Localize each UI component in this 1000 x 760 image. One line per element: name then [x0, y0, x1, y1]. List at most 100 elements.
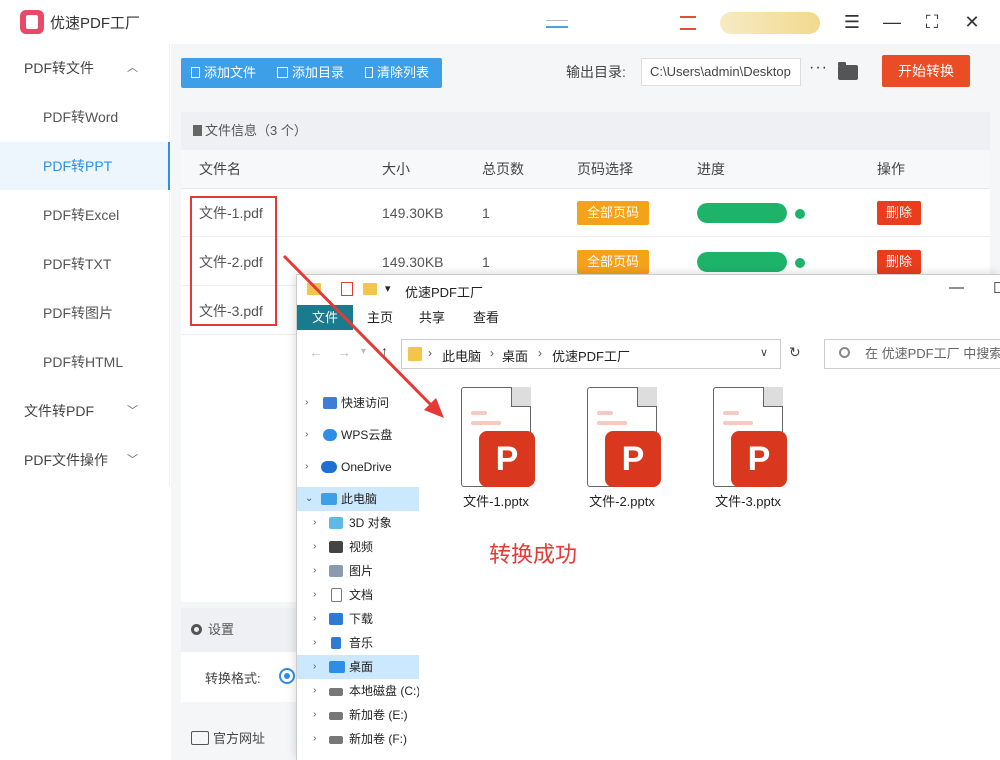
- more-options-button[interactable]: ···: [809, 59, 828, 77]
- gift-icon[interactable]: [546, 20, 568, 28]
- page-select-button[interactable]: 全部页码: [577, 250, 649, 274]
- nav-item-documents[interactable]: › 文档: [297, 583, 419, 607]
- pptx-file-item[interactable]: P 文件-3.pptx: [703, 387, 793, 509]
- file-info-header: 文件信息（3 个）: [181, 112, 990, 150]
- vip-banner[interactable]: [720, 12, 820, 34]
- add-directory-button[interactable]: 添加目录: [277, 58, 344, 88]
- search-icon: [839, 347, 850, 358]
- sidebar-item-pdf-to-word[interactable]: PDF转Word: [0, 93, 170, 141]
- delete-button[interactable]: 删除: [877, 250, 921, 274]
- recent-dropdown-icon[interactable]: ▾: [361, 346, 366, 357]
- add-file-button[interactable]: 添加文件: [191, 58, 256, 88]
- nav-item-pictures[interactable]: › 图片: [297, 559, 419, 583]
- nav-item-desktop[interactable]: › 桌面: [297, 655, 419, 679]
- column-header: 页码选择: [577, 161, 633, 177]
- page-fold: [511, 387, 531, 407]
- nav-item-music[interactable]: › 音乐: [297, 631, 419, 655]
- sidebar-item-pdf-to-html[interactable]: PDF转HTML: [0, 338, 170, 386]
- start-convert-button[interactable]: 开始转换: [882, 55, 970, 87]
- menu-icon[interactable]: ☰: [840, 10, 864, 34]
- minimize-icon[interactable]: —: [880, 10, 904, 34]
- nav-label: 下载: [349, 612, 374, 626]
- breadcrumb-this-pc[interactable]: 此电脑: [442, 346, 481, 365]
- open-folder-icon[interactable]: [838, 62, 858, 80]
- breadcrumb-desktop[interactable]: 桌面: [502, 346, 528, 365]
- output-dir-field[interactable]: C:\Users\admin\Desktop: [641, 58, 801, 86]
- chevron-right-icon: ›: [313, 589, 317, 600]
- star-icon: [323, 397, 337, 409]
- chevron-right-icon: ›: [538, 346, 542, 360]
- clear-list-button[interactable]: 清除列表: [365, 58, 429, 88]
- chevron-right-icon: ›: [313, 541, 317, 552]
- nav-item-drive-f[interactable]: › 新加卷 (F:): [297, 727, 419, 751]
- nav-item-onedrive[interactable]: › OneDrive: [297, 455, 419, 479]
- page-line: [723, 421, 753, 425]
- chevron-down-icon: ⌄: [305, 493, 314, 504]
- sidebar-group-pdf-ops[interactable]: PDF文件操作 ﹀: [0, 436, 170, 484]
- nav-item-wps-cloud[interactable]: › WPS云盘: [297, 423, 419, 447]
- sidebar-item-label: PDF转HTML: [43, 354, 124, 370]
- notice-icon[interactable]: [680, 16, 696, 30]
- properties-icon[interactable]: [341, 282, 353, 296]
- chevron-down-icon[interactable]: ∨: [760, 346, 768, 359]
- chevron-down-icon: ﹀: [127, 454, 138, 466]
- page-select-button[interactable]: 全部页码: [577, 201, 649, 225]
- picture-icon: [329, 565, 343, 577]
- maximize-icon[interactable]: ⛶: [920, 10, 944, 34]
- navigation-pane: › 快速访问 › WPS云盘 › OneDrive ⌄ 此电脑 › 3D 对象 …: [297, 387, 419, 760]
- title-bar: 优速PDF工厂 ☰ — ⛶ ✕: [0, 0, 1000, 44]
- address-bar[interactable]: › 此电脑 › 桌面 › 优速PDF工厂 ∨: [401, 339, 781, 369]
- official-website-link[interactable]: 官方网址: [191, 728, 265, 747]
- refresh-icon[interactable]: ↻: [789, 344, 801, 361]
- sidebar-item-pdf-to-txt[interactable]: PDF转TXT: [0, 240, 170, 288]
- sidebar-item-label: PDF转TXT: [43, 256, 112, 272]
- nav-item-drive-e[interactable]: › 新加卷 (E:): [297, 703, 419, 727]
- maximize-icon[interactable]: ☐: [993, 279, 1000, 297]
- customize-dropdown-icon[interactable]: ▾: [385, 282, 391, 295]
- breadcrumb-folder[interactable]: 优速PDF工厂: [552, 346, 630, 365]
- tab-share[interactable]: 共享: [419, 305, 445, 330]
- format-radio[interactable]: [279, 668, 295, 684]
- sidebar-item-pdf-to-image[interactable]: PDF转图片: [0, 289, 170, 337]
- document-icon: [193, 125, 202, 136]
- sidebar-item-pdf-to-excel[interactable]: PDF转Excel: [0, 191, 170, 239]
- nav-item-this-pc[interactable]: ⌄ 此电脑: [297, 487, 419, 511]
- up-icon[interactable]: ↑: [381, 343, 388, 359]
- page-line: [597, 411, 613, 415]
- close-icon[interactable]: ✕: [960, 10, 984, 34]
- sidebar-group-file-to-pdf[interactable]: 文件转PDF ﹀: [0, 387, 170, 435]
- sidebar-group-pdf-to-file[interactable]: PDF转文件 ︿: [0, 44, 170, 92]
- forward-icon[interactable]: →: [337, 344, 351, 360]
- new-folder-icon[interactable]: [363, 283, 377, 295]
- nav-item-3d-objects[interactable]: › 3D 对象: [297, 511, 419, 535]
- nav-label: 新加卷 (E:): [349, 708, 408, 722]
- tab-file[interactable]: 文件: [297, 305, 353, 330]
- music-icon: [331, 637, 341, 649]
- nav-item-drive-c[interactable]: › 本地磁盘 (C:): [297, 679, 419, 703]
- chevron-up-icon: ︿: [127, 62, 138, 74]
- pptx-file-item[interactable]: P 文件-1.pptx: [451, 387, 541, 509]
- sidebar-item-label: PDF转文件: [24, 60, 94, 76]
- website-icon: [191, 731, 209, 745]
- column-header: 进度: [697, 161, 725, 177]
- tab-home[interactable]: 主页: [367, 305, 393, 330]
- pptx-file-item[interactable]: P 文件-2.pptx: [577, 387, 667, 509]
- explorer-title: 优速PDF工厂: [405, 285, 484, 300]
- add-directory-label: 添加目录: [292, 65, 345, 80]
- back-icon[interactable]: ←: [309, 344, 323, 360]
- tab-view[interactable]: 查看: [473, 305, 499, 330]
- file-highlight-box: [190, 196, 277, 326]
- nav-item-quick-access[interactable]: › 快速访问: [297, 391, 419, 415]
- page-line: [471, 421, 501, 425]
- success-annotation: 转换成功: [489, 542, 578, 567]
- minimize-icon[interactable]: —: [949, 279, 964, 296]
- delete-button[interactable]: 删除: [877, 201, 921, 225]
- table-row[interactable]: 文件-1.pdf 149.30KB 1 全部页码 删除: [181, 189, 990, 237]
- search-input[interactable]: 在 优速PDF工厂 中搜索: [824, 339, 1000, 369]
- nav-item-downloads[interactable]: › 下载: [297, 607, 419, 631]
- sidebar-item-label: PDF转Word: [43, 109, 119, 125]
- progress-fill: [697, 252, 787, 272]
- desktop-icon: [329, 661, 345, 673]
- nav-item-videos[interactable]: › 视频: [297, 535, 419, 559]
- sidebar-item-pdf-to-ppt[interactable]: PDF转PPT: [0, 142, 170, 190]
